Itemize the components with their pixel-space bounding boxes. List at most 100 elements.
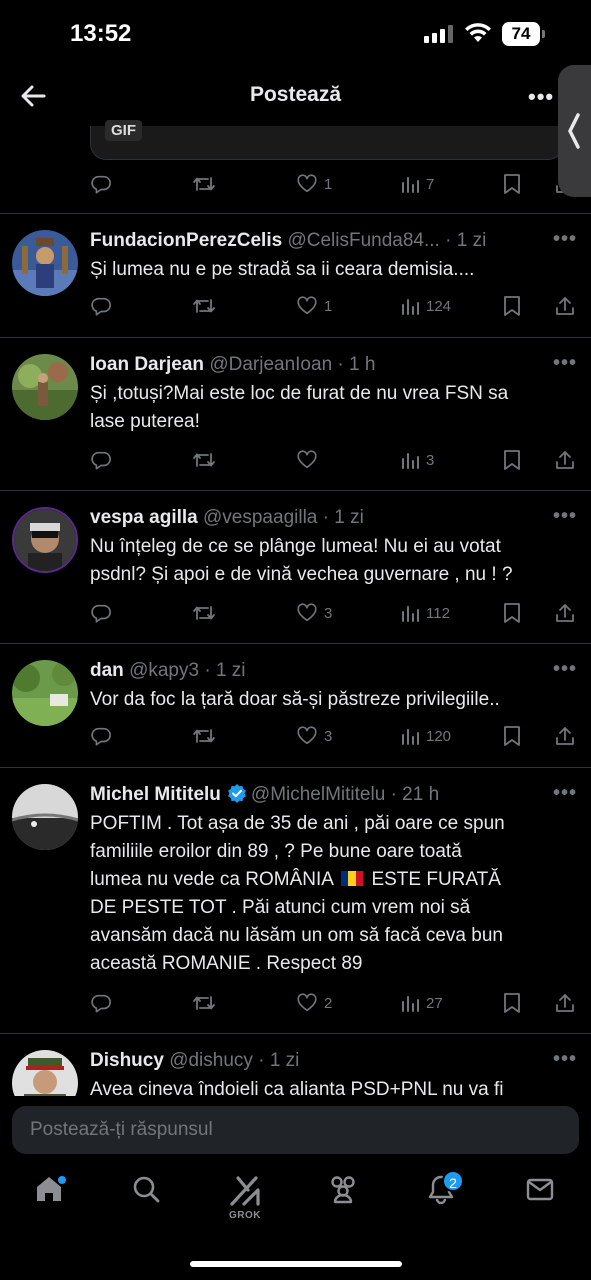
- views-button[interactable]: 3: [400, 446, 434, 474]
- heart-icon: [297, 450, 317, 469]
- author-name[interactable]: FundacionPerezCelis: [90, 230, 282, 251]
- like-count: 1: [324, 297, 333, 315]
- bookmark-icon[interactable]: [502, 292, 522, 320]
- tweet-more-icon[interactable]: •••: [553, 782, 577, 805]
- like-button[interactable]: 3: [296, 722, 332, 750]
- side-panel-handle[interactable]: [558, 65, 591, 197]
- separator-dot: ·: [390, 784, 397, 805]
- like-button[interactable]: 1: [296, 292, 332, 320]
- share-icon[interactable]: [554, 446, 576, 474]
- reply-icon[interactable]: [90, 446, 112, 474]
- reply-tweet[interactable]: dan @kapy3 · 1 zi ••• Vor da foc la țară…: [0, 644, 591, 767]
- reply-tweet[interactable]: FundacionPerezCelis @CelisFunda84... · 1…: [0, 214, 591, 337]
- author-name[interactable]: Dishucy: [90, 1050, 164, 1071]
- verified-badge-icon: [228, 784, 246, 803]
- tweet-more-icon[interactable]: •••: [553, 352, 577, 375]
- notifications-count-badge: 2: [442, 1170, 464, 1192]
- reply-icon[interactable]: [90, 989, 112, 1017]
- tab-grok[interactable]: GROK: [220, 1174, 270, 1224]
- share-icon[interactable]: [554, 722, 576, 750]
- tweet-text-line: lase puterea!: [90, 411, 200, 432]
- view-count: 3: [426, 451, 435, 469]
- share-icon[interactable]: [554, 989, 576, 1017]
- post-time: 1 zi: [269, 1050, 300, 1071]
- like-button[interactable]: 1: [296, 170, 332, 198]
- repost-icon[interactable]: [192, 446, 216, 474]
- tweet-text-line: familiile eroilor din 89 , ? Pe bune oar…: [90, 841, 462, 862]
- share-icon[interactable]: [554, 292, 576, 320]
- tab-search[interactable]: [121, 1174, 171, 1224]
- avatar[interactable]: [12, 354, 78, 420]
- tweet-more-icon[interactable]: •••: [553, 658, 577, 681]
- tweet-header: Michel Mititelu @MichelMititelu · 21 h: [90, 782, 531, 808]
- reply-input[interactable]: Postează-ți răspunsul: [12, 1106, 579, 1154]
- post-time: 1 h: [349, 354, 376, 375]
- reply-icon[interactable]: [90, 599, 112, 627]
- tab-messages[interactable]: [515, 1174, 565, 1224]
- author-handle[interactable]: @dishucy: [169, 1050, 253, 1071]
- tweet-header: Ioan Darjean @DarjeanIoan · 1 h: [90, 352, 531, 378]
- tab-communities[interactable]: [318, 1174, 368, 1224]
- author-name[interactable]: Ioan Darjean: [90, 354, 204, 375]
- author-handle[interactable]: @kapy3: [129, 660, 199, 681]
- reply-icon[interactable]: [90, 170, 112, 198]
- views-button[interactable]: 124: [400, 292, 451, 320]
- author-name[interactable]: vespa agilla: [90, 507, 198, 528]
- author-handle[interactable]: @MichelMititelu: [251, 784, 385, 805]
- reply-tweet[interactable]: Dishucy @dishucy · 1 zi ••• Avea cineva …: [0, 1034, 591, 1096]
- previous-post-media[interactable]: GIF: [90, 120, 564, 160]
- repost-icon[interactable]: [192, 292, 216, 320]
- previous-post-actions: 1 7: [90, 170, 580, 198]
- like-button[interactable]: [296, 446, 324, 474]
- author-name[interactable]: dan: [90, 660, 124, 681]
- tweet-more-icon[interactable]: •••: [553, 505, 577, 528]
- views-button[interactable]: 112: [400, 599, 450, 627]
- author-handle[interactable]: @DarjeanIoan: [209, 354, 332, 375]
- share-icon[interactable]: [554, 599, 576, 627]
- views-button[interactable]: 27: [400, 989, 443, 1017]
- tweet-text: Nu înțeleg de ce se plânge lumea! Nu ei …: [90, 533, 580, 589]
- views-icon: [402, 299, 419, 315]
- reply-tweet[interactable]: vespa agilla @vespaagilla · 1 zi ••• Nu …: [0, 491, 591, 643]
- repost-icon[interactable]: [192, 989, 216, 1017]
- tab-home[interactable]: [24, 1174, 74, 1224]
- avatar[interactable]: [12, 507, 78, 573]
- reply-icon[interactable]: [90, 722, 112, 750]
- avatar[interactable]: [12, 1050, 78, 1096]
- author-name[interactable]: Michel Mititelu: [90, 784, 221, 805]
- bookmark-icon[interactable]: [502, 989, 522, 1017]
- avatar[interactable]: [12, 230, 78, 296]
- like-button[interactable]: 2: [296, 989, 332, 1017]
- bookmark-icon[interactable]: [502, 170, 522, 198]
- separator-dot: ·: [204, 660, 211, 681]
- home-indicator[interactable]: [190, 1261, 402, 1267]
- view-count: 124: [426, 297, 452, 315]
- repost-icon[interactable]: [192, 599, 216, 627]
- grok-icon: [230, 1176, 260, 1206]
- views-button[interactable]: 120: [400, 722, 451, 750]
- top-bar: Postează •••: [0, 66, 591, 126]
- bookmark-icon[interactable]: [502, 722, 522, 750]
- reply-tweet[interactable]: Ioan Darjean @DarjeanIoan · 1 h ••• Și ,…: [0, 338, 591, 490]
- views-button[interactable]: 7: [400, 170, 434, 198]
- tweet-text-line: lumea nu vede ca ROMÂNIA ESTE FURATĂ: [90, 869, 501, 890]
- reply-icon[interactable]: [90, 292, 112, 320]
- author-handle[interactable]: @vespaagilla: [203, 507, 317, 528]
- separator-dot: ·: [322, 507, 329, 528]
- reply-tweet[interactable]: Michel Mititelu @MichelMititelu · 21 h ••…: [0, 768, 591, 1033]
- views-icon: [402, 177, 419, 193]
- avatar[interactable]: [12, 660, 78, 726]
- repost-icon[interactable]: [192, 170, 216, 198]
- heart-icon: [297, 296, 317, 315]
- author-handle[interactable]: @CelisFunda84...: [287, 230, 439, 251]
- status-bar: 13:52 74: [0, 0, 591, 66]
- bookmark-icon[interactable]: [502, 599, 522, 627]
- tweet-more-icon[interactable]: •••: [553, 1048, 577, 1071]
- repost-icon[interactable]: [192, 722, 216, 750]
- bookmark-icon[interactable]: [502, 446, 522, 474]
- avatar[interactable]: [12, 784, 78, 850]
- tab-notifications[interactable]: 2: [416, 1170, 466, 1224]
- tweet-more-icon[interactable]: •••: [553, 228, 577, 251]
- like-button[interactable]: 3: [296, 599, 332, 627]
- tweet-text-line: avansăm dacă nu lăsăm un om să facă ceva…: [90, 925, 503, 946]
